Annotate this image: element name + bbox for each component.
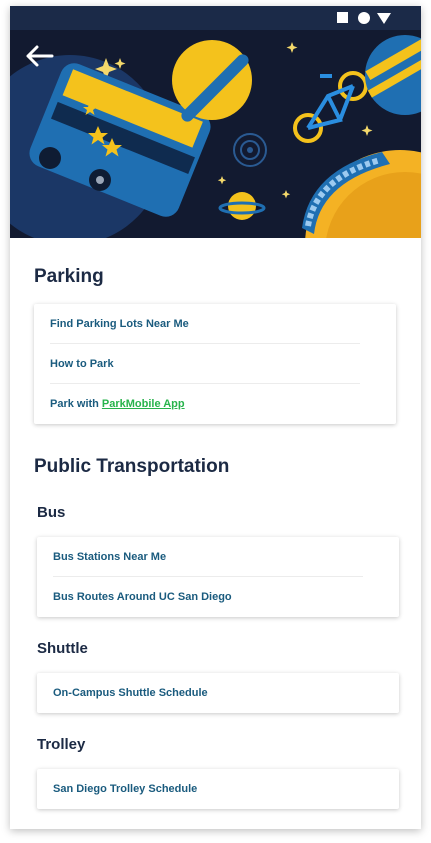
how-to-park-link[interactable]: How to Park	[34, 344, 396, 384]
status-bar	[10, 6, 421, 30]
public-transportation-title: Public Transportation	[34, 456, 230, 477]
phone-frame: Parking Find Parking Lots Near Me How to…	[10, 6, 421, 829]
link-label: San Diego Trolley Schedule	[53, 783, 198, 795]
trolley-card: San Diego Trolley Schedule	[37, 769, 399, 809]
bus-card: Bus Stations Near Me Bus Routes Around U…	[37, 537, 399, 617]
parking-title: Parking	[34, 266, 104, 287]
link-label-prefix: Park with	[50, 398, 99, 410]
home-icon	[358, 12, 370, 24]
shuttle-title: Shuttle	[37, 640, 88, 657]
bus-routes-link[interactable]: Bus Routes Around UC San Diego	[37, 577, 399, 617]
trolley-schedule-link[interactable]: San Diego Trolley Schedule	[37, 769, 399, 809]
link-label: Bus Routes Around UC San Diego	[53, 591, 232, 603]
back-triangle-icon	[377, 13, 391, 24]
shuttle-schedule-link[interactable]: On-Campus Shuttle Schedule	[37, 673, 399, 713]
parking-card: Find Parking Lots Near Me How to Park Pa…	[34, 304, 396, 424]
recent-apps-icon	[337, 12, 348, 23]
hero-illustration	[10, 30, 421, 238]
back-button[interactable]	[24, 42, 56, 70]
link-label: On-Campus Shuttle Schedule	[53, 687, 208, 699]
shuttle-card: On-Campus Shuttle Schedule	[37, 673, 399, 713]
link-label: Find Parking Lots Near Me	[50, 318, 189, 330]
find-parking-lots-link[interactable]: Find Parking Lots Near Me	[34, 304, 396, 344]
bus-stations-link[interactable]: Bus Stations Near Me	[37, 537, 399, 577]
transportation-illustration	[10, 30, 421, 238]
link-label: Bus Stations Near Me	[53, 551, 167, 563]
parkmobile-app-link[interactable]: ParkMobile App	[102, 398, 185, 410]
trolley-title: Trolley	[37, 736, 86, 753]
link-label: How to Park	[50, 358, 114, 370]
arrow-left-icon	[26, 45, 54, 67]
park-with-parkmobile-item: Park with ParkMobile App	[34, 384, 396, 424]
bus-title: Bus	[37, 504, 66, 521]
